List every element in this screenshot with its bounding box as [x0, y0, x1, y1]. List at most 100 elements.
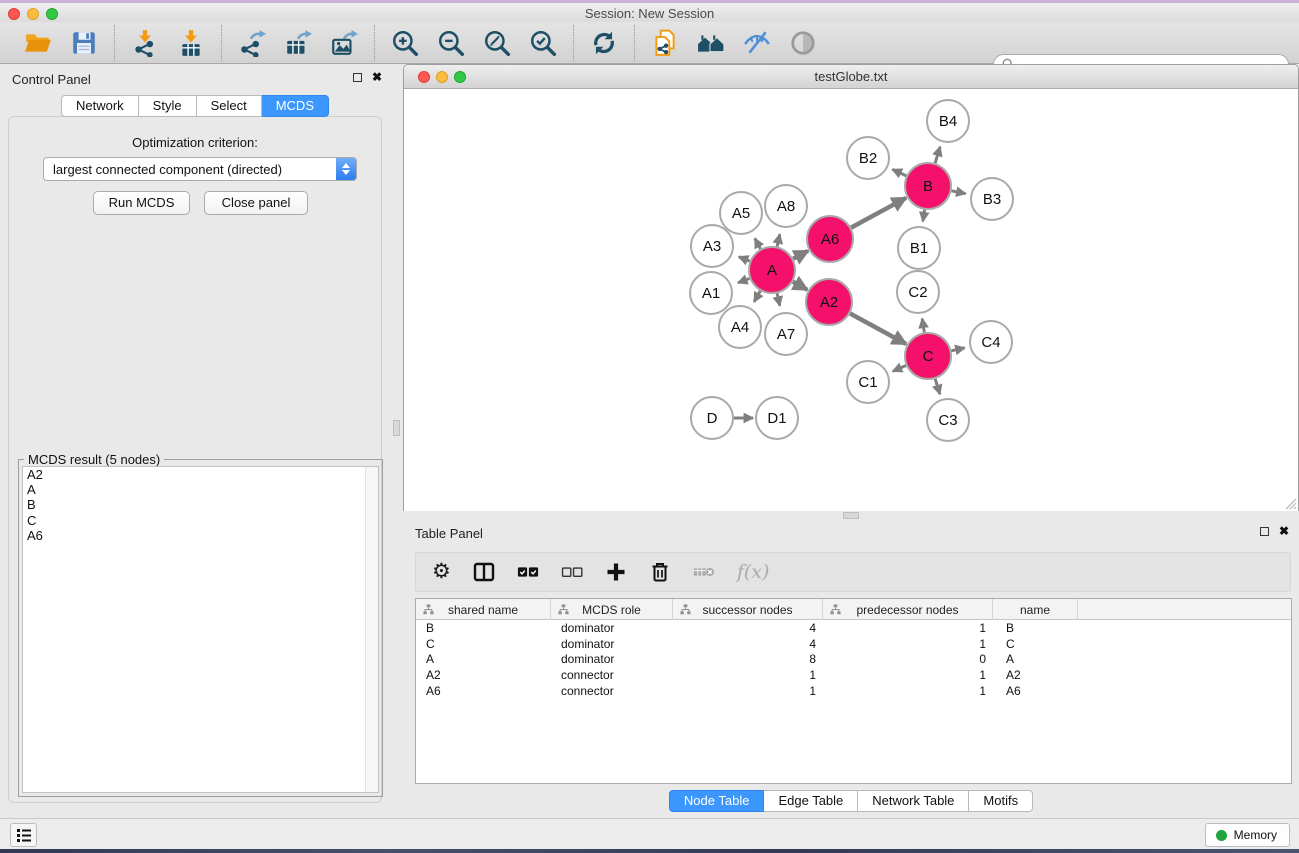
add-column-button[interactable] — [605, 559, 627, 585]
result-item[interactable]: C — [23, 513, 378, 528]
edge-A-A8[interactable] — [777, 234, 780, 246]
column-header[interactable]: successor nodes — [673, 599, 823, 620]
graph-node-A[interactable]: A — [749, 247, 795, 293]
float-panel-icon[interactable] — [1260, 527, 1269, 536]
tab-motifs[interactable]: Motifs — [969, 790, 1033, 812]
graph-node-A7[interactable]: A7 — [765, 313, 807, 355]
graph-node-A3[interactable]: A3 — [691, 225, 733, 267]
edge-B-B4[interactable] — [935, 147, 940, 163]
table-settings-button[interactable]: ⚙ — [432, 559, 451, 585]
run-mcds-button[interactable]: Run MCDS — [93, 191, 190, 215]
delete-column-button[interactable] — [649, 559, 671, 585]
save-session-button[interactable] — [68, 27, 100, 59]
edge-A-A6[interactable] — [793, 251, 808, 259]
tab-network-table[interactable]: Network Table — [858, 790, 969, 812]
result-item[interactable]: A2 — [23, 467, 378, 482]
edge-A2-C[interactable] — [850, 314, 906, 345]
tab-edge-table[interactable]: Edge Table — [764, 790, 858, 812]
tab-select[interactable]: Select — [197, 95, 262, 117]
column-header[interactable]: predecessor nodes — [823, 599, 993, 620]
column-visibility-button[interactable] — [473, 559, 495, 585]
node-table[interactable]: shared nameMCDS rolesuccessor nodesprede… — [415, 598, 1292, 784]
close-panel-button[interactable]: Close panel — [204, 191, 308, 215]
edge-A-A1[interactable] — [738, 279, 749, 283]
graph-node-C2[interactable]: C2 — [897, 271, 939, 313]
vertical-splitter[interactable] — [390, 64, 403, 818]
column-header[interactable]: name — [993, 599, 1078, 620]
graph-node-C3[interactable]: C3 — [927, 399, 969, 441]
float-panel-icon[interactable] — [353, 73, 362, 82]
horizontal-splitter[interactable] — [403, 511, 1299, 520]
show-details-button[interactable] — [787, 27, 819, 59]
edge-C-C4[interactable] — [951, 348, 964, 351]
import-table-button[interactable] — [175, 27, 207, 59]
edge-B-B3[interactable] — [952, 191, 966, 194]
graph-node-A2[interactable]: A2 — [806, 279, 852, 325]
tab-node-table[interactable]: Node Table — [669, 790, 765, 812]
graph-node-C4[interactable]: C4 — [970, 321, 1012, 363]
memory-button[interactable]: Memory — [1205, 823, 1290, 847]
result-scrollbar[interactable] — [365, 467, 378, 792]
edge-A-A4[interactable] — [754, 291, 760, 302]
splitter-grip[interactable] — [843, 512, 859, 519]
graph-node-B4[interactable]: B4 — [927, 100, 969, 142]
graph-node-C[interactable]: C — [905, 333, 951, 379]
edge-C-C3[interactable] — [935, 379, 940, 394]
home-button[interactable] — [695, 27, 727, 59]
edge-A-A2[interactable] — [793, 282, 807, 290]
table-row[interactable]: Adominator80A — [416, 651, 1291, 667]
network-canvas[interactable]: B4 B2 B B3 A5A8A6 A3 B1 A A1 C2 A2 A4A7 C4 C C1 C3 D D1 — [404, 89, 1298, 511]
import-network-button[interactable] — [129, 27, 161, 59]
graph-node-B1[interactable]: B1 — [898, 227, 940, 269]
export-table-button[interactable] — [282, 27, 314, 59]
clone-network-button[interactable] — [649, 27, 681, 59]
delete-table-button[interactable] — [693, 559, 715, 585]
table-row[interactable]: A6connector11A6 — [416, 683, 1291, 699]
result-item[interactable]: A6 — [23, 528, 378, 543]
edge-A6-B[interactable] — [851, 198, 906, 228]
graph-node-C1[interactable]: C1 — [847, 361, 889, 403]
deselect-all-button[interactable] — [561, 559, 583, 585]
graph-node-D1[interactable]: D1 — [756, 397, 798, 439]
splitter-grip[interactable] — [393, 420, 400, 436]
open-file-button[interactable] — [22, 27, 54, 59]
graph-node-A1[interactable]: A1 — [690, 272, 732, 314]
network-window-titlebar[interactable]: testGlobe.txt — [404, 65, 1298, 89]
zoom-out-button[interactable] — [435, 27, 467, 59]
graph-node-A5[interactable]: A5 — [720, 192, 762, 234]
graph-node-A8[interactable]: A8 — [765, 185, 807, 227]
zoom-selected-button[interactable] — [527, 27, 559, 59]
result-item[interactable]: A — [23, 482, 378, 497]
table-row[interactable]: Bdominator41B — [416, 620, 1291, 636]
graph-node-D[interactable]: D — [691, 397, 733, 439]
graph-node-B2[interactable]: B2 — [847, 137, 889, 179]
tab-network[interactable]: Network — [61, 95, 139, 117]
edge-C-C1[interactable] — [893, 366, 906, 372]
graph-node-A4[interactable]: A4 — [719, 306, 761, 348]
graph-node-B3[interactable]: B3 — [971, 178, 1013, 220]
graph-node-B[interactable]: B — [905, 163, 951, 209]
column-header[interactable]: shared name — [416, 599, 551, 620]
edge-B-B2[interactable] — [893, 169, 907, 176]
column-header[interactable]: MCDS role — [551, 599, 673, 620]
close-panel-icon[interactable]: ✖ — [1279, 526, 1289, 536]
table-row[interactable]: Cdominator41C — [416, 636, 1291, 652]
edge-A-A3[interactable] — [739, 257, 750, 261]
zoom-fit-button[interactable] — [481, 27, 513, 59]
select-all-button[interactable] — [517, 559, 539, 585]
export-image-button[interactable] — [328, 27, 360, 59]
mcds-result-list[interactable]: A2ABCA6 — [22, 466, 379, 793]
function-builder-button[interactable]: f(x) — [737, 559, 770, 585]
edge-B-B1[interactable] — [923, 210, 925, 222]
graph-node-A6[interactable]: A6 — [807, 216, 853, 262]
refresh-button[interactable] — [588, 27, 620, 59]
table-row[interactable]: A2connector11A2 — [416, 667, 1291, 683]
tab-style[interactable]: Style — [139, 95, 197, 117]
close-panel-icon[interactable]: ✖ — [372, 72, 382, 82]
export-network-button[interactable] — [236, 27, 268, 59]
edge-C-C2[interactable] — [922, 319, 924, 333]
optimization-criterion-select[interactable]: largest connected component (directed) — [43, 157, 357, 181]
edge-A-A7[interactable] — [777, 293, 780, 305]
zoom-in-button[interactable] — [389, 27, 421, 59]
edge-A-A5[interactable] — [755, 239, 761, 249]
